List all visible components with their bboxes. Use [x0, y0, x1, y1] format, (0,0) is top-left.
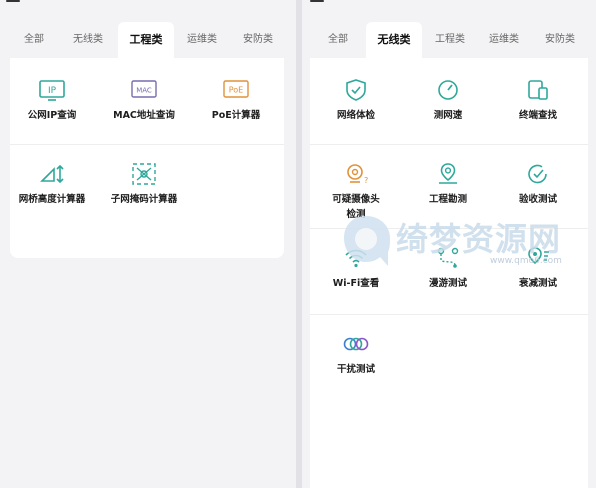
tool-label: 工程勘测	[428, 194, 467, 205]
site-survey-icon	[439, 163, 457, 184]
ip-icon-text: IP	[48, 86, 57, 96]
row-divider	[310, 314, 588, 315]
right-screen: 全部 无线类 工程类 运维类 安防类 网络体检 测网速 终端查找 ? 可疑摄像头…	[302, 0, 596, 488]
row-divider	[310, 144, 588, 145]
tool-wifi-view[interactable]: Wi-Fi查看	[316, 246, 396, 291]
tab-all[interactable]: 全部	[314, 22, 362, 58]
tool-label: 终端查找	[518, 110, 557, 121]
tool-label: 测网速	[433, 110, 463, 121]
menu-icon[interactable]	[6, 0, 20, 7]
tool-attenuation-test[interactable]: 衰减测试	[498, 246, 578, 291]
tool-label: 网桥高度计算器	[18, 194, 86, 205]
tool-interference-test[interactable]: 干扰测试	[316, 332, 396, 377]
tool-label: 公网IP查询	[27, 110, 77, 121]
row-divider	[310, 228, 588, 229]
tool-label: 漫游测试	[428, 278, 467, 289]
tab-security[interactable]: 安防类	[232, 22, 284, 58]
tool-site-survey[interactable]: 工程勘测	[408, 162, 488, 207]
tool-label: 网络体检	[336, 110, 375, 121]
tab-operations[interactable]: 运维类	[176, 22, 228, 58]
roaming-test-icon	[437, 247, 459, 268]
network-check-icon	[346, 79, 366, 101]
ip-icon: IP	[39, 80, 65, 101]
tool-label: 可疑摄像头检测	[332, 194, 380, 220]
tool-acceptance-test[interactable]: 验收测试	[498, 162, 578, 207]
device-find-icon	[528, 80, 548, 100]
tool-public-ip[interactable]: IP 公网IP查询	[12, 78, 92, 123]
category-tabs: 全部 无线类 工程类 运维类 安防类	[302, 22, 596, 58]
tool-label: MAC地址查询	[113, 110, 175, 121]
mac-icon: MAC	[131, 80, 157, 98]
speed-test-icon	[438, 80, 458, 100]
bridge-height-icon	[40, 164, 64, 184]
tool-poe-calc[interactable]: PoE PoE计算器	[196, 78, 276, 123]
wifi-icon	[345, 249, 367, 268]
row-divider	[10, 144, 284, 145]
tab-security[interactable]: 安防类	[534, 22, 586, 58]
tool-network-check[interactable]: 网络体检	[316, 78, 396, 123]
tool-label: 衰减测试	[518, 278, 557, 289]
suspicious-camera-icon: ?	[347, 164, 368, 185]
tab-operations[interactable]: 运维类	[478, 22, 530, 58]
mac-icon-text: MAC	[136, 87, 152, 95]
tab-engineering[interactable]: 工程类	[424, 22, 476, 58]
tab-engineering[interactable]: 工程类	[118, 22, 174, 58]
tool-label: 子网掩码计算器	[110, 194, 178, 205]
menu-icon[interactable]	[310, 0, 324, 7]
svg-text:?: ?	[364, 176, 368, 185]
tool-label: Wi-Fi查看	[332, 278, 380, 289]
tool-device-find[interactable]: 终端查找	[498, 78, 578, 123]
tool-label: 干扰测试	[336, 364, 375, 375]
tool-label: 验收测试	[518, 194, 557, 205]
tool-mac-lookup[interactable]: MAC MAC地址查询	[104, 78, 184, 123]
tab-all[interactable]: 全部	[10, 22, 58, 58]
left-screen: 全部 无线类 工程类 运维类 安防类 IP 公网IP查询 MAC MAC地址查询…	[0, 0, 296, 488]
attenuation-test-icon	[528, 247, 549, 265]
tool-speed-test[interactable]: 测网速	[408, 78, 488, 123]
tool-roaming-test[interactable]: 漫游测试	[408, 246, 488, 291]
poe-icon-text: PoE	[229, 86, 244, 95]
tab-wireless[interactable]: 无线类	[366, 22, 422, 58]
tool-bridge-height[interactable]: 网桥高度计算器	[12, 162, 92, 207]
category-tabs: 全部 无线类 工程类 运维类 安防类	[0, 22, 296, 58]
subnet-mask-icon	[132, 163, 156, 185]
tool-label: PoE计算器	[211, 110, 261, 121]
tool-suspicious-camera[interactable]: ? 可疑摄像头检测	[316, 162, 396, 222]
acceptance-test-icon	[528, 164, 547, 184]
poe-icon: PoE	[223, 80, 249, 98]
tool-subnet-calc[interactable]: 子网掩码计算器	[104, 162, 184, 207]
interference-test-icon	[343, 337, 369, 351]
tab-wireless[interactable]: 无线类	[62, 22, 114, 58]
